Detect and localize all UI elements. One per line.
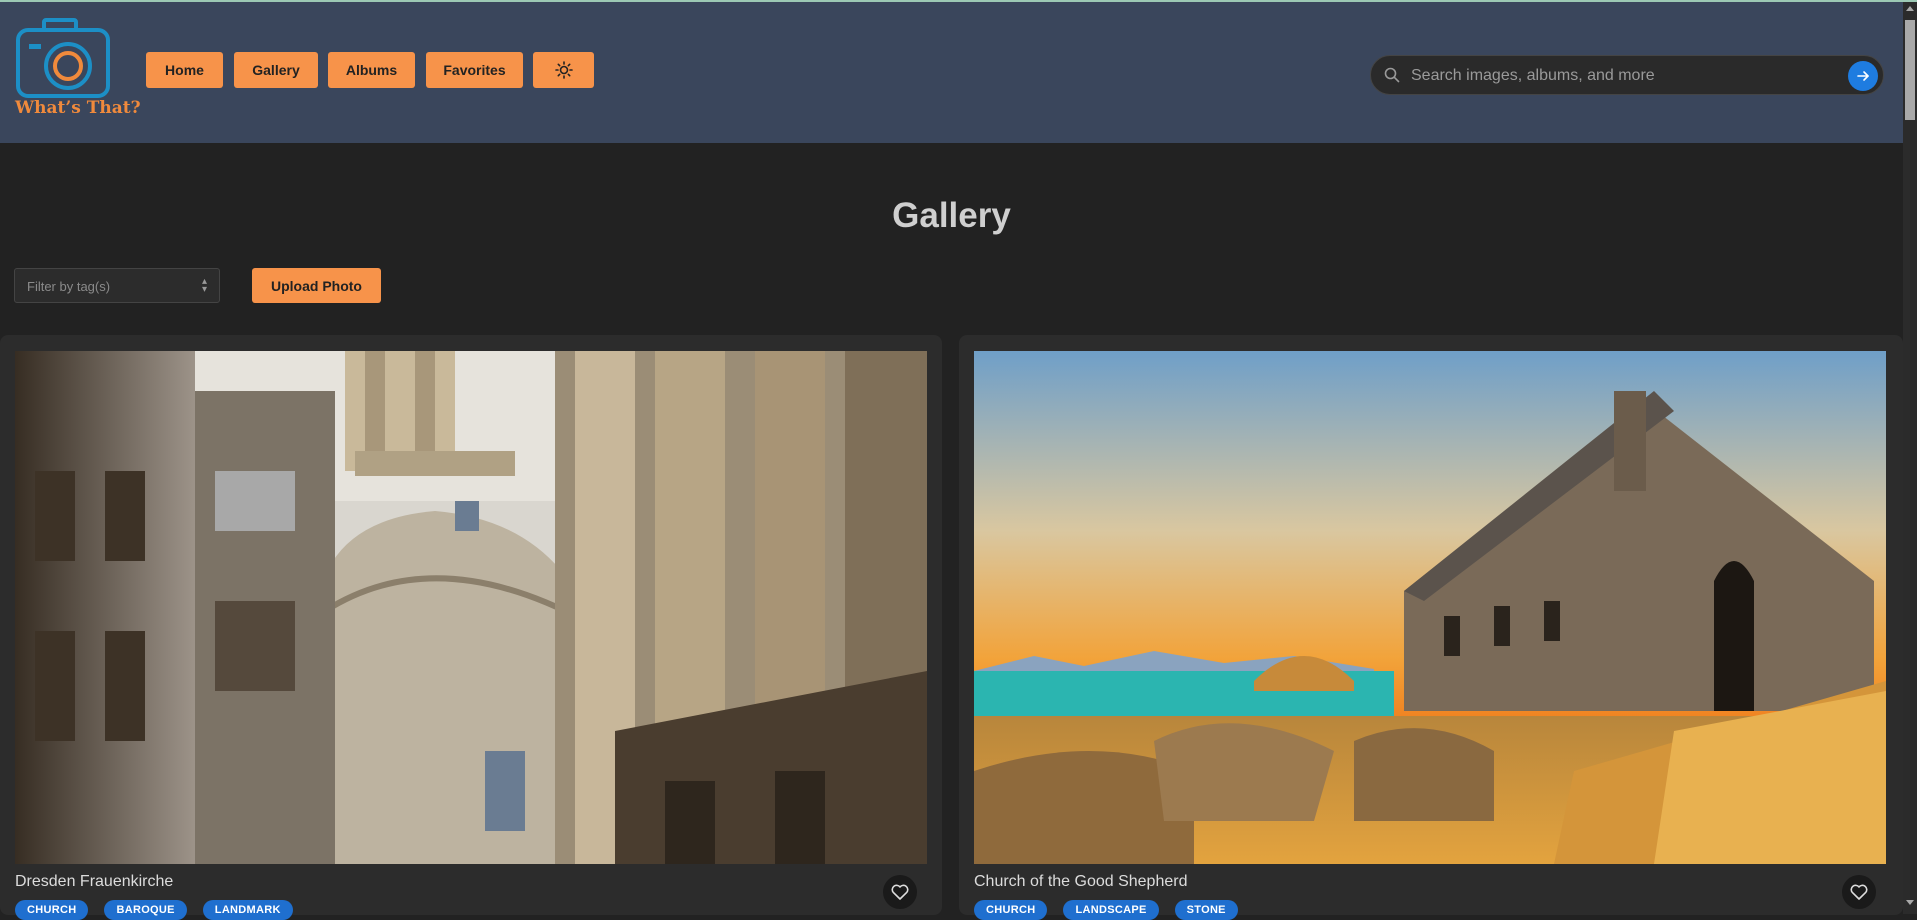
favorite-button[interactable] [1842,875,1876,909]
chevron-updown-icon: ▴ ▾ [201,276,207,295]
card-tags: CHURCH LANDSCAPE STONE [974,900,1238,920]
card-image-good-shepherd[interactable] [974,351,1886,864]
tag-badge[interactable]: CHURCH [15,900,89,920]
tag-badge[interactable]: STONE [1174,900,1238,920]
nav-gallery-button[interactable]: Gallery [234,52,318,88]
search-icon [1384,67,1400,83]
logo[interactable]: What’s That? [14,18,141,118]
scroll-down-icon[interactable] [1906,900,1914,905]
good-shepherd-photo [974,351,1886,864]
card-image-frauenkirche[interactable] [15,351,927,864]
page-title: Gallery [892,196,1011,235]
nav-albums-button[interactable]: Albums [328,52,415,88]
tag-badge[interactable]: CHURCH [974,900,1048,920]
page-scrollbar[interactable] [1903,2,1917,914]
nav-favorites-button[interactable]: Favorites [426,52,523,88]
tag-badge[interactable]: LANDMARK [202,900,293,920]
tag-filter-placeholder: Filter by tag(s) [27,279,111,294]
site-header: What’s That? Home Gallery Albums Favorit… [0,2,1903,143]
logo-text: What’s That? [15,98,141,118]
search-submit-button[interactable] [1848,61,1878,91]
card-title: Dresden Frauenkirche [15,873,174,890]
theme-toggle-button[interactable] [533,52,594,88]
sun-icon [554,61,573,79]
tag-badge[interactable]: LANDSCAPE [1063,900,1159,920]
gallery-card: Dresden Frauenkirche CHURCH BAROQUE LAND… [0,335,942,920]
heart-icon [1850,884,1868,900]
heart-icon [891,884,909,900]
scroll-up-icon[interactable] [1906,6,1914,11]
arrow-right-icon [1857,71,1869,81]
search-bar [1370,55,1884,95]
scroll-thumb[interactable] [1905,20,1915,120]
frauenkirche-photo [15,351,927,864]
favorite-button[interactable] [883,875,917,909]
camera-logo-icon [16,18,110,98]
tag-badge[interactable]: BAROQUE [104,900,187,920]
tag-filter-select[interactable]: Filter by tag(s) ▴ ▾ [14,268,220,303]
card-title: Church of the Good Shepherd [974,873,1188,890]
gallery-card: Church of the Good Shepherd CHURCH LANDS… [959,335,1903,920]
search-input[interactable] [1409,62,1813,90]
upload-photo-button[interactable]: Upload Photo [252,268,381,303]
nav-home-button[interactable]: Home [146,52,223,88]
card-tags: CHURCH BAROQUE LANDMARK [15,900,293,920]
